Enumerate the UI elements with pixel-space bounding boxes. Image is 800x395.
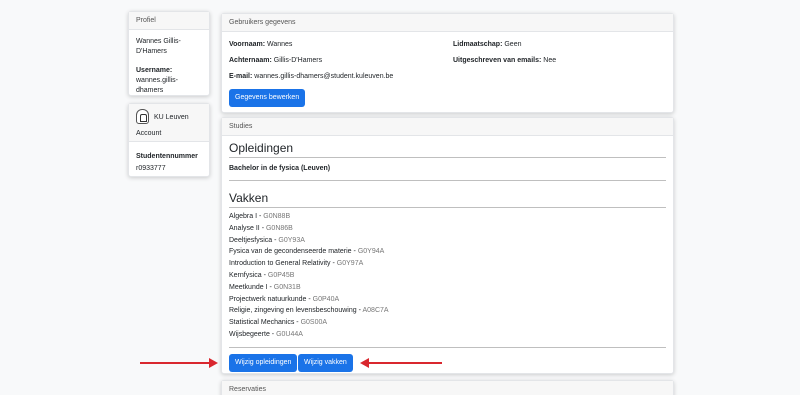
course-name: Introduction to General Relativity: [229, 260, 331, 268]
annotation-arrow-left: [360, 358, 442, 368]
course-code: G0P45B: [267, 272, 295, 279]
first-name-row: Voornaam: Wannes: [229, 41, 292, 48]
user-data-card: Gebruikers gegevens Voornaam: Wannes Ach…: [221, 13, 674, 113]
unsubscribed-label: Uitgeschreven van emails:: [453, 57, 542, 64]
course-name: Analyse II: [229, 224, 260, 232]
email-label: E-mail:: [229, 73, 253, 80]
reservations-card: Reservaties: [221, 380, 674, 395]
unsubscribed-value: Nee: [543, 57, 557, 64]
divider: [229, 347, 666, 348]
studies-card: Studies Opleidingen Bachelor in de fysic…: [221, 117, 674, 374]
course-name: Fysica van de gecondenseerde materie: [229, 248, 352, 256]
profile-name: Wannes Gillis-D'Hamers: [136, 38, 181, 55]
course-code: G0N31B: [273, 283, 301, 291]
ku-account-label: Account: [136, 130, 162, 137]
course-name: Algebra I: [229, 213, 258, 220]
course-code: G0N86B: [265, 224, 293, 232]
username-value: wannes.gillis-dhamers: [136, 77, 179, 94]
course-item: Deeltjesfysica - G0Y93A: [229, 237, 305, 244]
course-item: Kernfysica - G0P45B: [229, 272, 294, 279]
membership-label: Lidmaatschap:: [453, 41, 503, 48]
course-code: G0Y94A: [357, 248, 385, 256]
email-value: wannes.gillis-dhamers@student.kuleuven.b…: [254, 73, 394, 80]
opleiding-item: Bachelor in de fysica (Leuven): [229, 165, 331, 172]
membership-value: Geen: [504, 41, 522, 48]
ku-name: KU Leuven: [154, 114, 189, 121]
course-code: G0P40A: [312, 295, 340, 303]
profile-card: Profiel Wannes Gillis-D'Hamers Username:…: [128, 11, 210, 96]
ku-leuven-logo-icon: [136, 109, 149, 124]
course-name: Religie, zingeving en levensbeschouwing: [229, 307, 357, 315]
course-name: Statistical Mechanics: [229, 319, 295, 327]
course-name: Kernfysica: [229, 272, 262, 279]
vakken-title: Vakken: [229, 191, 269, 205]
course-name: Meetkunde I: [229, 283, 268, 291]
first-name-value: Wannes: [267, 41, 293, 48]
course-code: G0S00A: [300, 319, 328, 327]
first-name-label: Voornaam:: [229, 41, 266, 48]
course-item: Meetkunde I - G0N31B: [229, 284, 301, 291]
course-code: G0Y93A: [278, 236, 305, 244]
username-label: Username:: [136, 67, 173, 74]
student-number-label: Studentennummer: [136, 153, 198, 160]
course-code: A08C7A: [362, 307, 389, 315]
course-item: Wijsbegeerte - G0U44A: [229, 331, 303, 338]
course-code: G0Y97A: [336, 260, 364, 268]
course-name: Wijsbegeerte: [229, 331, 270, 338]
course-item: Statistical Mechanics - G0S00A: [229, 319, 327, 326]
divider: [229, 180, 666, 181]
course-item: Religie, zingeving en levensbeschouwing …: [229, 307, 389, 314]
edit-vakken-button[interactable]: Wijzig vakken: [298, 354, 353, 372]
ku-account-card: KU Leuven Account Studentennummer r09337…: [128, 103, 210, 177]
annotation-arrow-right: [140, 358, 218, 368]
course-name: Deeltjesfysica: [229, 236, 273, 244]
course-item: Projectwerk natuurkunde - G0P40A: [229, 296, 339, 303]
course-code: G0U44A: [276, 331, 303, 338]
course-name: Projectwerk natuurkunde: [229, 295, 307, 303]
divider: [229, 207, 666, 208]
course-item: Fysica van de gecondenseerde materie - G…: [229, 248, 384, 255]
email-row: E-mail: wannes.gillis-dhamers@student.ku…: [229, 73, 393, 80]
course-code: G0N88B: [263, 213, 291, 220]
profile-header: Profiel: [129, 12, 209, 30]
edit-user-data-button[interactable]: Gegevens bewerken: [229, 89, 306, 107]
last-name-row: Achternaam: Gillis-D'Hamers: [229, 57, 322, 64]
user-data-header: Gebruikers gegevens: [222, 14, 673, 32]
membership-row: Lidmaatschap: Geen: [453, 41, 521, 48]
opleidingen-title: Opleidingen: [229, 141, 294, 155]
course-item: Analyse II - G0N86B: [229, 225, 293, 232]
divider: [229, 157, 666, 158]
last-name-label: Achternaam:: [229, 57, 272, 64]
edit-opleidingen-button[interactable]: Wijzig opleidingen: [229, 354, 298, 372]
course-item: Introduction to General Relativity - G0Y…: [229, 260, 363, 267]
student-number-value: r0933777: [136, 165, 166, 172]
course-item: Algebra I - G0N88B: [229, 213, 290, 220]
reservations-header: Reservaties: [222, 381, 673, 395]
unsubscribed-row: Uitgeschreven van emails: Nee: [453, 57, 556, 64]
studies-header: Studies: [222, 118, 673, 136]
last-name-value: Gillis-D'Hamers: [273, 57, 323, 64]
